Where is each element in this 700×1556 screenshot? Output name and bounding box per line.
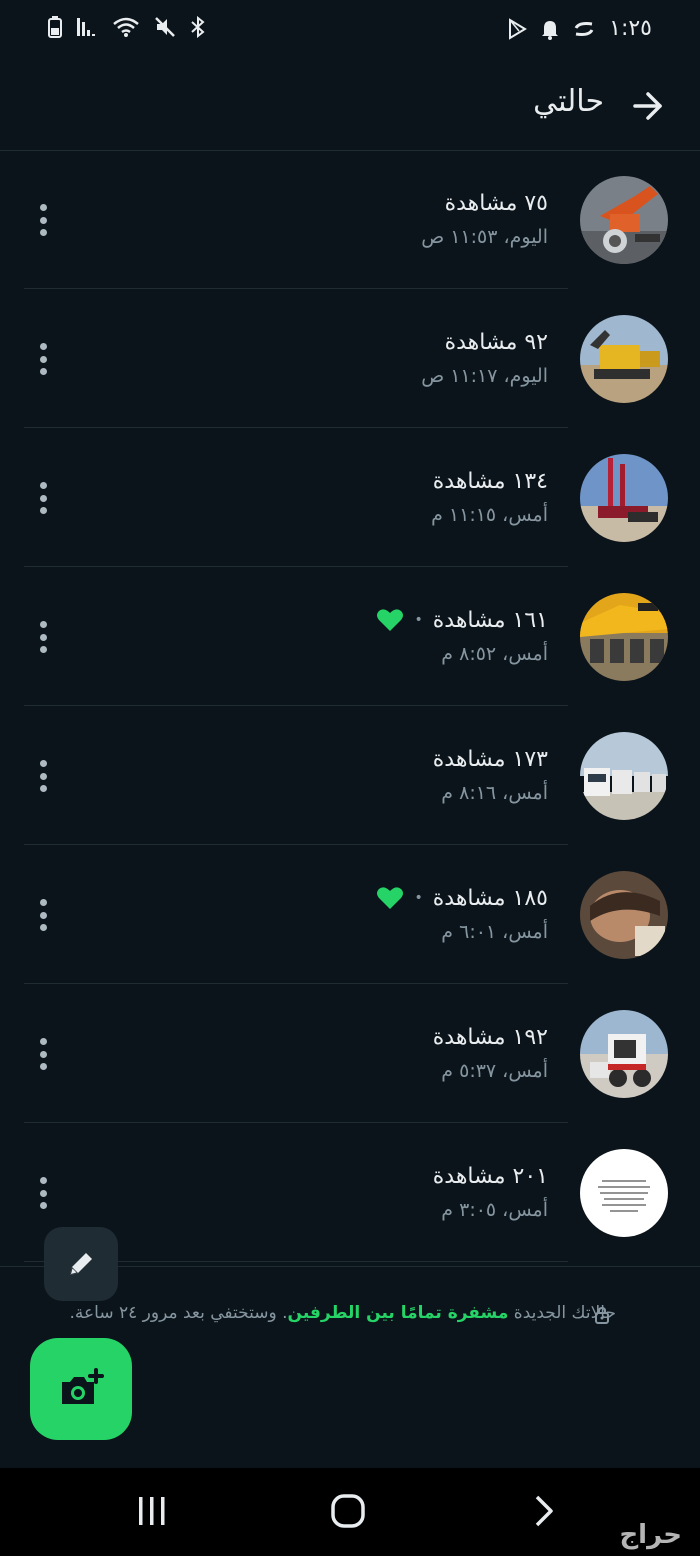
encryption-note-pre: حالاتك الجديدة (513, 1303, 616, 1323)
heart-icon (377, 887, 404, 909)
watermark-logo: حراج (619, 1520, 682, 1550)
status-info: ٧٥ مشاهدة اليوم، ١١:٥٣ ص (421, 188, 548, 249)
more-options-button[interactable] (28, 756, 58, 796)
bluetooth-icon (191, 16, 205, 38)
status-time: أمس، ١١:١٥ م (431, 504, 548, 526)
status-list: ٧٥ مشاهدة اليوم، ١١:٥٣ ص ٩٢ مشاهدة اليوم، ١… (0, 150, 700, 1262)
notification-icon (542, 20, 559, 40)
status-info: ١٣٤ مشاهدة أمس، ١١:١٥ م (431, 466, 548, 527)
mute-icon (155, 17, 175, 37)
status-views: ١٩٢ مشاهدة (433, 1022, 548, 1052)
drill-rig-thumbnail (580, 454, 668, 542)
more-options-button[interactable] (28, 339, 58, 379)
person-thumbnail (580, 871, 668, 959)
status-update-row[interactable]: ٩٢ مشاهدة اليوم، ١١:١٧ ص (0, 289, 700, 428)
status-info: ٢٠١ مشاهدة أمس، ٣:٠٥ م (433, 1161, 548, 1222)
camera-status-button[interactable] (30, 1338, 132, 1440)
home-button[interactable] (318, 1488, 378, 1534)
status-views: ٢٠١ مشاهدة (433, 1161, 548, 1191)
status-update-row[interactable]: ١٩٢ مشاهدة أمس، ٥:٣٧ م (0, 984, 700, 1123)
encryption-note-post: . وستختفي بعد مرور ٢٤ ساعة. (69, 1303, 288, 1323)
system-nav-bar: حراج (0, 1468, 700, 1556)
status-views: ١٣٤ مشاهدة (431, 466, 548, 496)
status-thumbnail[interactable] (580, 871, 668, 959)
status-update-row[interactable]: ١٣٤ مشاهدة أمس، ١١:١٥ م (0, 428, 700, 567)
wifi-icon (113, 17, 139, 37)
view-count: ١٨٥ مشاهدة (432, 885, 548, 911)
more-options-button[interactable] (28, 1173, 58, 1213)
status-update-row[interactable]: ٧٥ مشاهدة اليوم، ١١:٥٣ ص (0, 150, 700, 289)
status-time: اليوم، ١١:١٧ ص (421, 365, 548, 387)
home-icon (331, 1494, 365, 1528)
status-thumbnail[interactable] (580, 315, 668, 403)
more-options-button[interactable] (28, 895, 58, 935)
status-time: أمس، ٣:٠٥ م (441, 1199, 548, 1221)
pencil-icon (70, 1253, 92, 1275)
status-time: أمس، ٨:١٦ م (441, 782, 548, 804)
app-bar: حالتي (0, 62, 700, 151)
status-thumbnail[interactable] (580, 454, 668, 542)
separator-dot: • (414, 890, 423, 906)
status-info: ١٦١ مشاهدة • أمس، ٨:٥٢ م (376, 605, 548, 665)
status-thumbnail[interactable] (580, 1010, 668, 1098)
skid-steer-thumbnail (580, 1010, 668, 1098)
text-status-button[interactable] (44, 1227, 118, 1301)
encryption-note-link[interactable]: مشفرة تمامًا بين الطرفين (288, 1303, 509, 1323)
separator-dot: • (414, 612, 423, 628)
camera-add-icon (62, 1368, 104, 1404)
signal-icon (77, 18, 95, 36)
more-options-button[interactable] (28, 1034, 58, 1074)
encryption-note[interactable]: حالاتك الجديدة مشفرة تمامًا بين الطرفين.… (60, 1303, 616, 1323)
trucks-thumbnail (580, 732, 668, 820)
heart-icon (377, 609, 404, 631)
status-bar: ١:٢٥ (0, 0, 700, 62)
back-button[interactable] (622, 80, 674, 132)
status-views: ٩٢ مشاهدة (421, 327, 548, 357)
more-options-button[interactable] (28, 617, 58, 657)
recents-icon (139, 1497, 165, 1525)
excavator-thumbnail (580, 315, 668, 403)
battery-icon (48, 16, 62, 38)
status-views: ١٧٣ مشاهدة (433, 744, 548, 774)
play-store-icon (509, 17, 528, 40)
status-update-row[interactable]: ١٧٣ مشاهدة أمس، ٨:١٦ م (0, 706, 700, 845)
status-info: ١٨٥ مشاهدة • أمس، ٦:٠١ م (376, 883, 548, 943)
status-time: اليوم، ١١:٥٣ ص (421, 226, 548, 248)
view-count: ٩٢ مشاهدة (444, 329, 548, 355)
status-views: ٧٥ مشاهدة (421, 188, 548, 218)
status-thumbnail[interactable] (580, 1149, 668, 1237)
status-views: ١٨٥ مشاهدة • (376, 883, 548, 913)
view-count: ١٣٤ مشاهدة (432, 468, 548, 494)
status-thumbnail[interactable] (580, 176, 668, 264)
view-count: ١٩٢ مشاهدة (432, 1024, 548, 1050)
jcb-fleet-thumbnail (580, 593, 668, 681)
status-info: ١٧٣ مشاهدة أمس، ٨:١٦ م (433, 744, 548, 805)
status-update-row[interactable]: ١٦١ مشاهدة • أمس، ٨:٥٢ م (0, 567, 700, 706)
more-options-button[interactable] (28, 478, 58, 518)
status-views: ١٦١ مشاهدة • (376, 605, 548, 635)
view-count: ٢٠١ مشاهدة (432, 1163, 548, 1189)
view-count: ٧٥ مشاهدة (444, 190, 548, 216)
arrow-right-icon (633, 92, 662, 120)
status-info: ٩٢ مشاهدة اليوم، ١١:١٧ ص (421, 327, 548, 388)
status-time: أمس، ٨:٥٢ م (441, 643, 548, 665)
back-nav-button[interactable] (514, 1488, 574, 1534)
more-options-button[interactable] (28, 200, 58, 240)
status-info: ١٩٢ مشاهدة أمس، ٥:٣٧ م (433, 1022, 548, 1083)
sync-icon (574, 21, 594, 36)
clock: ١:٢٥ (609, 16, 652, 41)
status-time: أمس، ٥:٣٧ م (441, 1060, 548, 1082)
status-thumbnail[interactable] (580, 732, 668, 820)
text-note-thumbnail (580, 1149, 668, 1237)
status-thumbnail[interactable] (580, 593, 668, 681)
status-update-row[interactable]: ١٨٥ مشاهدة • أمس، ٦:٠١ م (0, 845, 700, 984)
view-count: ١٦١ مشاهدة (432, 607, 548, 633)
recents-button[interactable] (122, 1488, 182, 1534)
status-time: أمس، ٦:٠١ م (441, 921, 548, 943)
excavator-thumbnail (580, 176, 668, 264)
view-count: ١٧٣ مشاهدة (432, 746, 548, 772)
page-title: حالتي (533, 84, 604, 119)
chevron-right-icon (535, 1495, 553, 1527)
